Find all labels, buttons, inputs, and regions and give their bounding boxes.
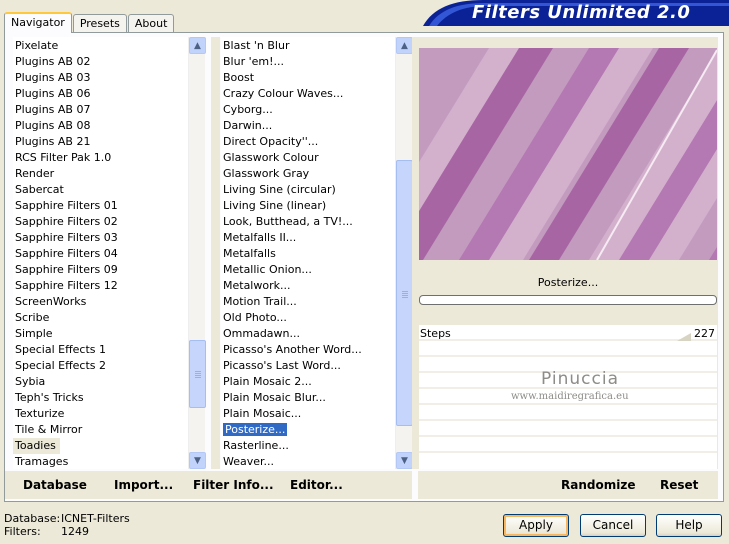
list-item[interactable]: Sapphire Filters 02 bbox=[13, 214, 188, 230]
preview-image bbox=[419, 48, 717, 260]
list-item[interactable]: Metalfalls II... bbox=[221, 230, 395, 246]
list-item[interactable]: Texturize bbox=[13, 406, 188, 422]
list-item[interactable]: Simple bbox=[13, 326, 188, 342]
watermark-url: www.maidiregrafica.eu bbox=[511, 391, 629, 402]
list-item[interactable]: Cyborg... bbox=[221, 102, 395, 118]
scroll-down-button[interactable]: ▼ bbox=[396, 452, 413, 469]
filter-scrollbar[interactable]: ▲ ▼ bbox=[395, 37, 413, 469]
list-item[interactable]: Picasso's Another Word... bbox=[221, 342, 395, 358]
list-item[interactable]: Look, Butthead, a TV!... bbox=[221, 214, 395, 230]
list-item[interactable]: Posterize... bbox=[221, 422, 395, 438]
reset-button[interactable]: Reset bbox=[660, 478, 698, 492]
cancel-button[interactable]: Cancel bbox=[580, 514, 646, 537]
list-item[interactable]: Plugins AB 06 bbox=[13, 86, 188, 102]
list-item[interactable]: Special Effects 2 bbox=[13, 358, 188, 374]
left-button-bar: Database Import... Filter Info... Editor… bbox=[5, 471, 412, 499]
list-item[interactable]: Sapphire Filters 09 bbox=[13, 262, 188, 278]
scroll-thumb[interactable] bbox=[396, 160, 413, 426]
list-item[interactable]: Blast 'n Blur bbox=[221, 38, 395, 54]
filters-label: Filters: bbox=[4, 525, 41, 538]
randomize-button[interactable]: Randomize bbox=[561, 478, 635, 492]
filter-info-button[interactable]: Filter Info... bbox=[193, 478, 274, 492]
list-item[interactable]: Render bbox=[13, 166, 188, 182]
list-item[interactable]: Metalfalls bbox=[221, 246, 395, 262]
tab-presets[interactable]: Presets bbox=[72, 14, 127, 32]
list-item[interactable]: Plain Mosaic... bbox=[221, 406, 395, 422]
list-item[interactable]: Darwin... bbox=[221, 118, 395, 134]
list-item[interactable]: Crazy Colour Waves... bbox=[221, 86, 395, 102]
list-item[interactable]: Toadies bbox=[13, 438, 60, 454]
apply-button[interactable]: Apply bbox=[503, 514, 569, 537]
database-button[interactable]: Database bbox=[23, 478, 87, 492]
list-item[interactable]: Sapphire Filters 04 bbox=[13, 246, 188, 262]
right-button-bar: Randomize Reset bbox=[418, 471, 718, 499]
list-item[interactable]: Old Photo... bbox=[221, 310, 395, 326]
list-item[interactable]: Picasso's Last Word... bbox=[221, 358, 395, 374]
list-item[interactable]: Rasterline... bbox=[221, 438, 395, 454]
list-item[interactable]: Motion Trail... bbox=[221, 294, 395, 310]
progress-bar bbox=[419, 295, 717, 305]
list-item[interactable]: Plugins AB 03 bbox=[13, 70, 188, 86]
list-item[interactable]: Glasswork Gray bbox=[221, 166, 395, 182]
list-item[interactable]: Plugins AB 21 bbox=[13, 134, 188, 150]
list-item[interactable]: Ommadawn... bbox=[221, 326, 395, 342]
list-item[interactable]: Metallic Onion... bbox=[221, 262, 395, 278]
tab-about[interactable]: About bbox=[127, 14, 175, 32]
filter-list[interactable]: Blast 'n Blur Blur 'em!... Boost Crazy Colo… bbox=[221, 37, 395, 469]
list-item[interactable]: Weaver... bbox=[221, 454, 395, 469]
category-scrollbar[interactable]: ▲ ▼ bbox=[188, 37, 206, 469]
list-divider bbox=[211, 37, 220, 469]
list-item[interactable]: Sybia bbox=[13, 374, 188, 390]
list-item[interactable]: Pixelate bbox=[13, 38, 188, 54]
slider-indicator bbox=[677, 333, 691, 341]
list-item[interactable]: Sapphire Filters 01 bbox=[13, 198, 188, 214]
import-button[interactable]: Import... bbox=[114, 478, 173, 492]
database-label: Database: bbox=[4, 512, 61, 525]
list-item[interactable]: Plain Mosaic Blur... bbox=[221, 390, 395, 406]
database-value: ICNET-Filters bbox=[61, 512, 130, 525]
list-item[interactable]: Sabercat bbox=[13, 182, 188, 198]
list-item[interactable]: Plugins AB 02 bbox=[13, 54, 188, 70]
list-item[interactable]: Direct Opacity''... bbox=[221, 134, 395, 150]
watermark-name: Pinuccia bbox=[541, 369, 619, 389]
scroll-up-button[interactable]: ▲ bbox=[396, 37, 413, 54]
list-item[interactable]: Plugins AB 07 bbox=[13, 102, 188, 118]
list-item[interactable]: Tile & Mirror bbox=[13, 422, 188, 438]
list-item[interactable]: Blur 'em!... bbox=[221, 54, 395, 70]
list-item[interactable]: Special Effects 1 bbox=[13, 342, 188, 358]
steps-label: Steps bbox=[420, 327, 451, 340]
list-item[interactable]: Tramages bbox=[13, 454, 188, 469]
status-info: Database: ICNET-Filters Filters: 1249 bbox=[4, 512, 130, 538]
list-item[interactable]: RCS Filter Pak 1.0 bbox=[13, 150, 188, 166]
list-item[interactable]: Sapphire Filters 03 bbox=[13, 230, 188, 246]
list-item[interactable]: Sapphire Filters 12 bbox=[13, 278, 188, 294]
app-title: Filters Unlimited 2.0 bbox=[472, 2, 691, 23]
steps-value: 227 bbox=[694, 327, 715, 340]
tab-navigator[interactable]: Navigator bbox=[4, 12, 72, 33]
editor-button[interactable]: Editor... bbox=[290, 478, 343, 492]
list-item[interactable]: Teph's Tricks bbox=[13, 390, 188, 406]
list-item[interactable]: Scribe bbox=[13, 310, 188, 326]
list-item[interactable]: Living Sine (linear) bbox=[221, 198, 395, 214]
category-list[interactable]: Pixelate Plugins AB 02 Plugins AB 03 Plugin… bbox=[13, 37, 188, 469]
list-item[interactable]: Plain Mosaic 2... bbox=[221, 374, 395, 390]
filters-count: 1249 bbox=[61, 525, 89, 538]
selected-filter-name: Posterize... bbox=[419, 272, 717, 294]
tab-bar: Navigator Presets About bbox=[4, 12, 175, 33]
list-item[interactable]: Metalwork... bbox=[221, 278, 395, 294]
list-item[interactable]: Boost bbox=[221, 70, 395, 86]
scroll-up-button[interactable]: ▲ bbox=[189, 37, 206, 54]
scroll-down-button[interactable]: ▼ bbox=[189, 452, 206, 469]
steps-slider[interactable]: Steps 227 bbox=[419, 325, 717, 341]
list-item[interactable]: Plugins AB 08 bbox=[13, 118, 188, 134]
scroll-thumb[interactable] bbox=[189, 340, 206, 408]
help-button[interactable]: Help bbox=[656, 514, 722, 537]
list-item[interactable]: Living Sine (circular) bbox=[221, 182, 395, 198]
list-item[interactable]: Glasswork Colour bbox=[221, 150, 395, 166]
list-item[interactable]: ScreenWorks bbox=[13, 294, 188, 310]
